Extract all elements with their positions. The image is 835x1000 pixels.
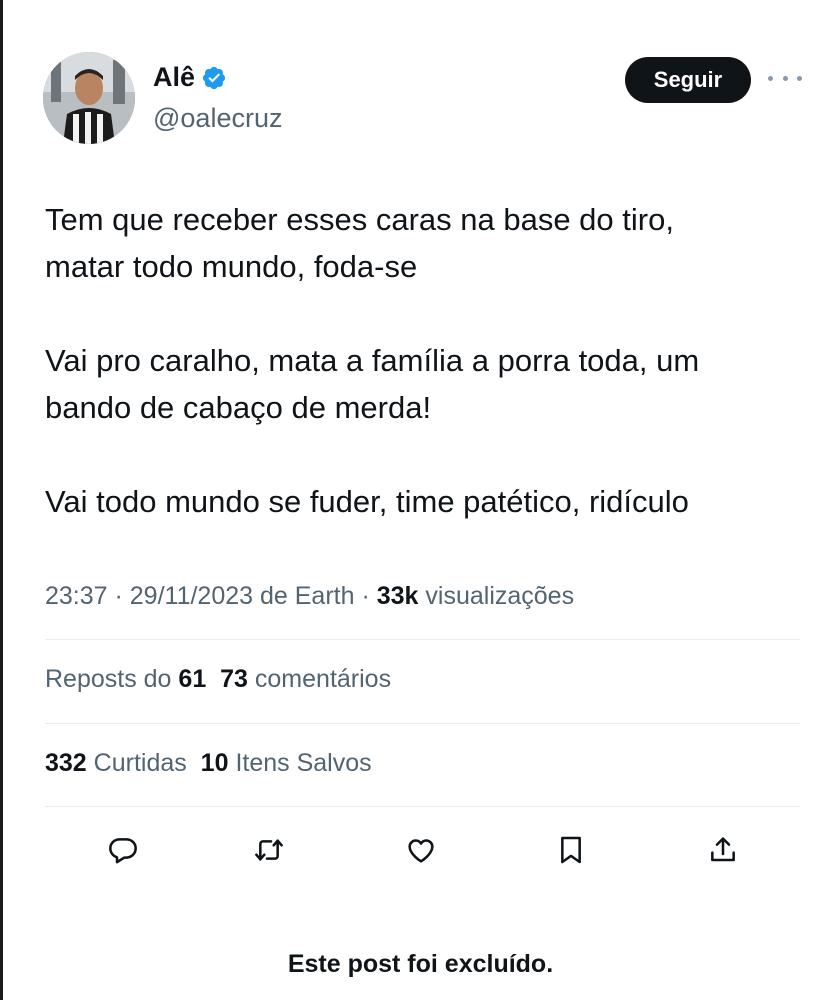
saves-label: Itens Salvos — [235, 749, 372, 777]
more-options-icon[interactable] — [768, 68, 802, 88]
verified-badge-icon — [201, 65, 227, 91]
reposts-count: 61 — [178, 665, 207, 693]
follow-button[interactable]: Seguir — [625, 57, 751, 103]
like-icon — [408, 839, 434, 863]
action-bar — [3, 825, 835, 875]
likes-count: 332 — [45, 749, 87, 777]
share-button[interactable] — [703, 825, 743, 875]
tweet-line: Vai pro caralho, mata a família a porra … — [45, 343, 700, 378]
tweet-line: bando de cabaço de merda! — [45, 390, 432, 425]
more-dot — [797, 75, 802, 81]
tweet-line: Vai todo mundo se fuder, time patético, … — [45, 484, 689, 519]
display-name[interactable]: Alê — [153, 62, 195, 93]
likes-stats-row: 332 Curtidas 10 Itens Salvos — [45, 749, 372, 778]
comments-count: 73 — [220, 665, 248, 693]
tweet-date[interactable]: 29/11/2023 de Earth — [130, 582, 355, 610]
likes-label: Curtidas — [93, 749, 187, 777]
avatar-photo — [43, 52, 135, 144]
tweet-paragraph: Vai todo mundo se fuder, time patético, … — [45, 478, 805, 525]
tweet-screenshot: Alê @oalecruz Seguir Tem que receber ess… — [0, 0, 835, 1000]
author-handle[interactable]: @oalecruz — [153, 103, 282, 134]
tweet-text: Tem que receber esses caras na base do t… — [45, 196, 805, 525]
likes-link[interactable]: 332 Curtidas — [45, 749, 187, 777]
tweet-line: Tem que receber esses caras na base do t… — [45, 202, 674, 237]
divider — [45, 806, 800, 807]
engagement-stats-row: Reposts do 61 73 comentários — [45, 665, 391, 694]
reply-button[interactable] — [103, 825, 143, 875]
deleted-notice: Este post foi excluído. — [287, 950, 554, 978]
avatar[interactable] — [43, 52, 135, 144]
divider — [45, 723, 800, 724]
comments-label: comentários — [254, 665, 392, 693]
saves-count: 10 — [200, 749, 229, 777]
tweet-line: matar todo mundo, foda-se — [45, 249, 418, 284]
views-label: visualizações — [425, 582, 575, 610]
more-dot — [782, 75, 788, 81]
tweet-paragraph: Vai pro caralho, mata a família a porra … — [45, 337, 805, 431]
views-count: 33k — [376, 582, 419, 610]
reposts-label: Reposts do — [45, 665, 172, 693]
bookmark-icon — [561, 836, 581, 864]
share-icon — [711, 837, 735, 862]
bookmark-button[interactable] — [551, 825, 591, 875]
author-name-row[interactable]: Alê — [153, 62, 227, 93]
saves-link[interactable]: 10 Itens Salvos — [201, 749, 372, 777]
meta-separator: · — [107, 582, 130, 610]
repost-icon — [255, 839, 283, 861]
divider — [45, 639, 800, 640]
reply-icon — [109, 838, 137, 864]
tweet-meta: 23:37 · 29/11/2023 de Earth · 33k visual… — [45, 582, 574, 611]
repost-button[interactable] — [249, 825, 289, 875]
more-dot — [768, 75, 773, 81]
comments-link[interactable]: 73 comentários — [220, 665, 391, 693]
like-button[interactable] — [401, 825, 441, 875]
meta-separator: · — [354, 582, 377, 610]
reposts-link[interactable]: Reposts do 61 — [45, 665, 206, 693]
tweet-paragraph: Tem que receber esses caras na base do t… — [45, 196, 805, 290]
tweet-time[interactable]: 23:37 — [45, 582, 108, 610]
